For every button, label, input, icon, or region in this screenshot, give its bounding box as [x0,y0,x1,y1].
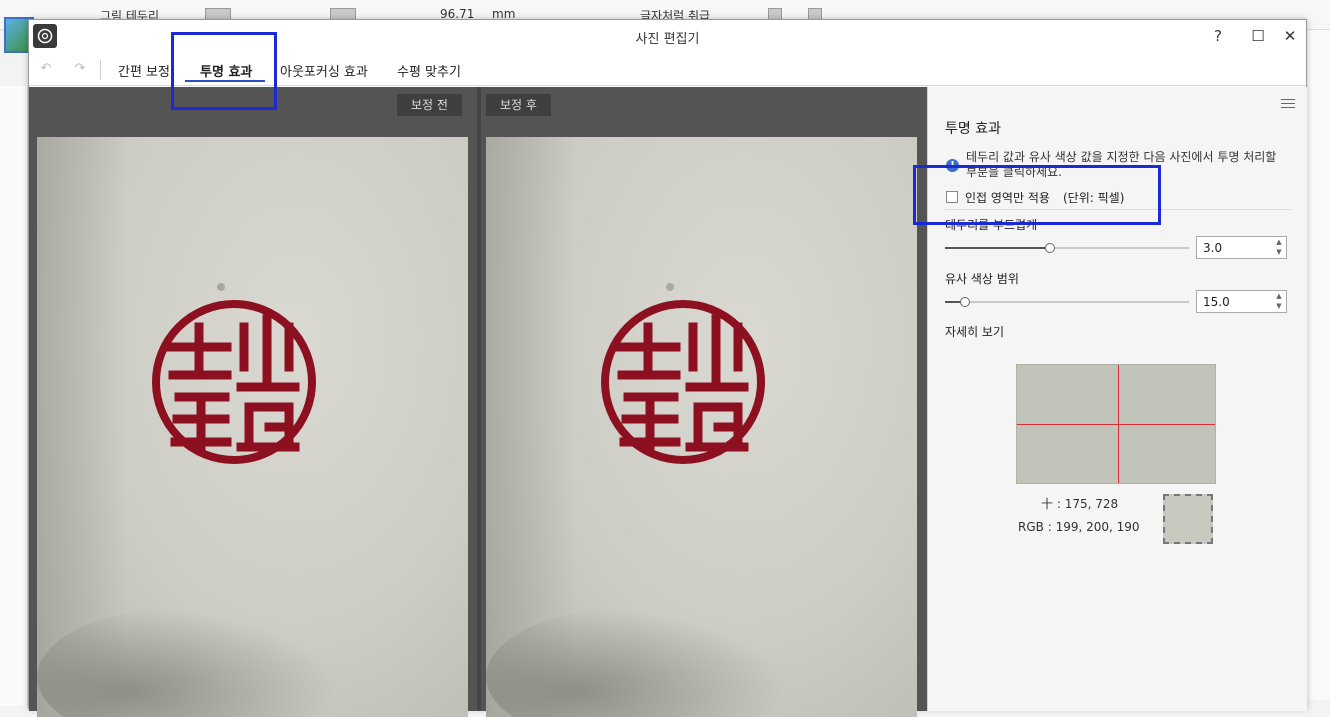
coord-separator: : [1056,497,1065,511]
tab-quick-correction[interactable]: 간편 보정 [118,61,170,80]
rgb-prefix: RGB [1018,520,1044,534]
slider-thumb[interactable] [1045,243,1055,253]
spin-up-icon[interactable]: ▲ [1274,292,1284,300]
menu-icon[interactable] [1281,99,1295,111]
photo-speck [666,283,674,291]
panel-title: 투명 효과 [945,121,1001,137]
smooth-edge-slider[interactable] [945,243,1189,253]
tab-level-adjust[interactable]: 수평 맞추기 [397,61,461,80]
preview-area: 보정 전 보정 후 [29,87,927,717]
smooth-edge-input[interactable]: 3.0 ▲ ▼ [1196,236,1287,259]
help-button[interactable]: ? [1206,25,1230,47]
rgb-separator: : [1047,520,1056,534]
crosshair-icon: 十 [1041,497,1054,511]
spin-down-icon[interactable]: ▼ [1274,302,1284,310]
rgb-readout: RGB : 199, 200, 190 [1018,520,1140,534]
crosshair-horizontal [1017,424,1215,425]
detail-zoom-view [1016,364,1216,484]
pane-divider [477,87,481,711]
tab-separator [100,60,101,80]
tab-outfocusing[interactable]: 아웃포커싱 효과 [280,61,368,80]
coordinate-value: 175, 728 [1064,497,1119,511]
color-range-input[interactable]: 15.0 ▲ ▼ [1196,290,1287,313]
undo-icon[interactable]: ↶ [37,61,55,77]
color-range-label: 유사 색상 범위 [945,272,1019,286]
photo-editor-dialog: 사진 편집기 ? ☐ ✕ ↶ ↷ 간편 보정 투명 효과 아웃포커싱 효과 수평… [28,19,1307,717]
coordinate-readout: 十 : 175, 728 [1041,495,1118,512]
detail-view-label: 자세히 보기 [945,325,1005,339]
redo-icon[interactable]: ↷ [71,61,89,77]
slider-fill [945,247,1050,249]
host-sidebar [0,86,28,706]
spin-up-icon[interactable]: ▲ [1274,238,1284,246]
sampled-color-swatch [1163,494,1213,544]
tab-highlight-box [171,32,277,110]
before-label: 보정 전 [397,94,462,116]
after-photo[interactable] [486,137,917,717]
crosshair-vertical [1118,365,1119,483]
smooth-edge-value[interactable]: 3.0 [1203,241,1222,255]
color-range-slider[interactable] [945,297,1189,307]
spin-down-icon[interactable]: ▼ [1274,248,1284,256]
after-label: 보정 후 [486,94,551,116]
red-seal-stamp [152,300,316,464]
before-photo[interactable] [37,137,468,717]
option-highlight-box [913,165,1161,225]
close-button[interactable]: ✕ [1278,25,1302,47]
rgb-value: 199, 200, 190 [1055,520,1140,534]
photo-speck [217,283,225,291]
slider-thumb[interactable] [960,297,970,307]
red-seal-stamp [601,300,765,464]
color-range-value[interactable]: 15.0 [1203,295,1230,309]
host-right-area [1306,30,1330,700]
maximize-button[interactable]: ☐ [1246,25,1270,47]
